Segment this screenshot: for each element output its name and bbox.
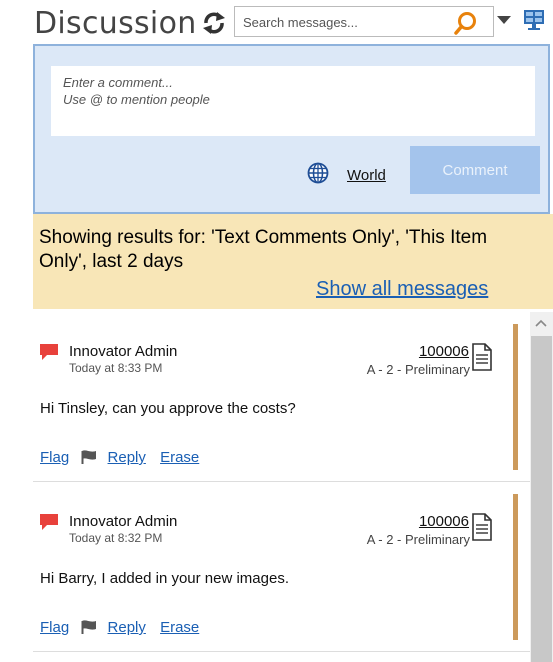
globe-icon[interactable]	[307, 162, 329, 184]
message-time: Today at 8:32 PM	[69, 531, 163, 545]
message-accent-bar	[513, 324, 518, 470]
panel-title: Discussion	[34, 6, 197, 41]
comment-button[interactable]: Comment	[410, 146, 540, 194]
message-item: Innovator Admin Today at 8:32 PM 100006 …	[33, 482, 530, 652]
erase-link[interactable]: Erase	[160, 619, 199, 636]
search-input[interactable]	[243, 12, 443, 32]
refresh-icon[interactable]	[200, 10, 228, 36]
comment-flag-icon	[40, 514, 58, 530]
message-list: Innovator Admin Today at 8:33 PM 100006 …	[33, 312, 530, 662]
visibility-link[interactable]: World	[347, 167, 386, 184]
flag-icon[interactable]	[81, 450, 97, 464]
search-icon[interactable]	[453, 10, 479, 36]
scrollbar-thumb[interactable]	[531, 336, 552, 662]
message-item: Innovator Admin Today at 8:33 PM 100006 …	[33, 312, 530, 482]
item-revision: A - 2 - Preliminary	[366, 532, 470, 547]
filter-banner: Showing results for: 'Text Comments Only…	[33, 214, 553, 309]
comment-placeholder-line2: Use @ to mention people	[63, 92, 210, 107]
scroll-up-arrow-icon[interactable]	[531, 312, 551, 334]
comment-input[interactable]: Enter a comment... Use @ to mention peop…	[51, 66, 535, 136]
flag-link[interactable]: Flag	[40, 449, 69, 466]
show-all-messages-link[interactable]: Show all messages	[316, 278, 488, 301]
chevron-down-icon[interactable]	[496, 14, 512, 26]
item-number-link[interactable]: 100006	[419, 513, 469, 530]
item-revision: A - 2 - Preliminary	[366, 362, 470, 377]
message-actions: Flag Reply Erase	[40, 449, 199, 466]
compose-panel: Enter a comment... Use @ to mention peop…	[33, 44, 550, 214]
message-time: Today at 8:33 PM	[69, 361, 163, 375]
message-author: Innovator Admin	[69, 343, 178, 360]
document-icon[interactable]	[470, 342, 494, 372]
message-text: Hi Barry, I added in your new images.	[40, 570, 290, 587]
discussion-header: Discussion	[0, 0, 553, 44]
search-box	[234, 6, 494, 37]
reply-link[interactable]: Reply	[108, 449, 146, 466]
reply-link[interactable]: Reply	[108, 619, 146, 636]
flag-icon[interactable]	[81, 620, 97, 634]
message-actions: Flag Reply Erase	[40, 619, 199, 636]
display-icon[interactable]	[522, 8, 546, 32]
message-accent-bar	[513, 494, 518, 640]
comment-placeholder-line1: Enter a comment...	[63, 75, 173, 90]
message-divider	[33, 651, 530, 652]
filter-results-text: Showing results for: 'Text Comments Only…	[39, 227, 488, 272]
document-icon[interactable]	[470, 512, 494, 542]
flag-link[interactable]: Flag	[40, 619, 69, 636]
message-text: Hi Tinsley, can you approve the costs?	[40, 400, 296, 417]
item-number-link[interactable]: 100006	[419, 343, 469, 360]
comment-flag-icon	[40, 344, 58, 360]
message-author: Innovator Admin	[69, 513, 178, 530]
erase-link[interactable]: Erase	[160, 449, 199, 466]
